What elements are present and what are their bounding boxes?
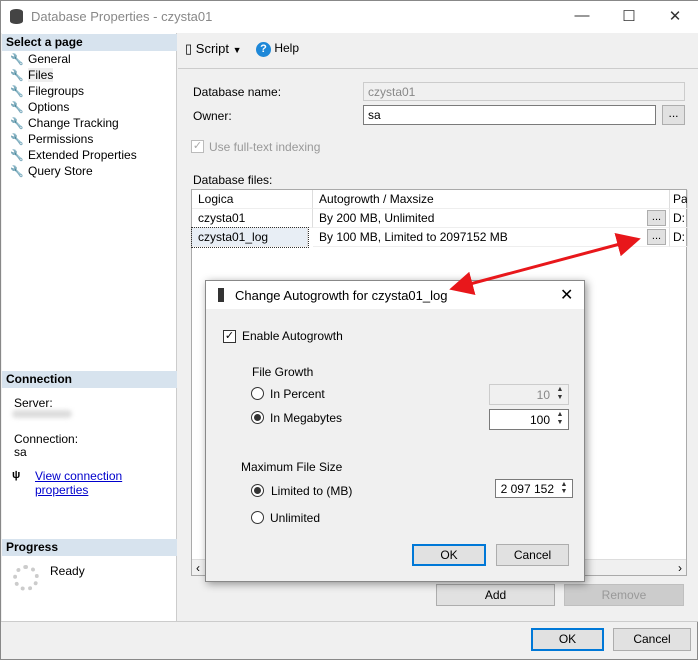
annotation-arrow (449, 233, 641, 295)
red-double-arrow (449, 233, 641, 295)
